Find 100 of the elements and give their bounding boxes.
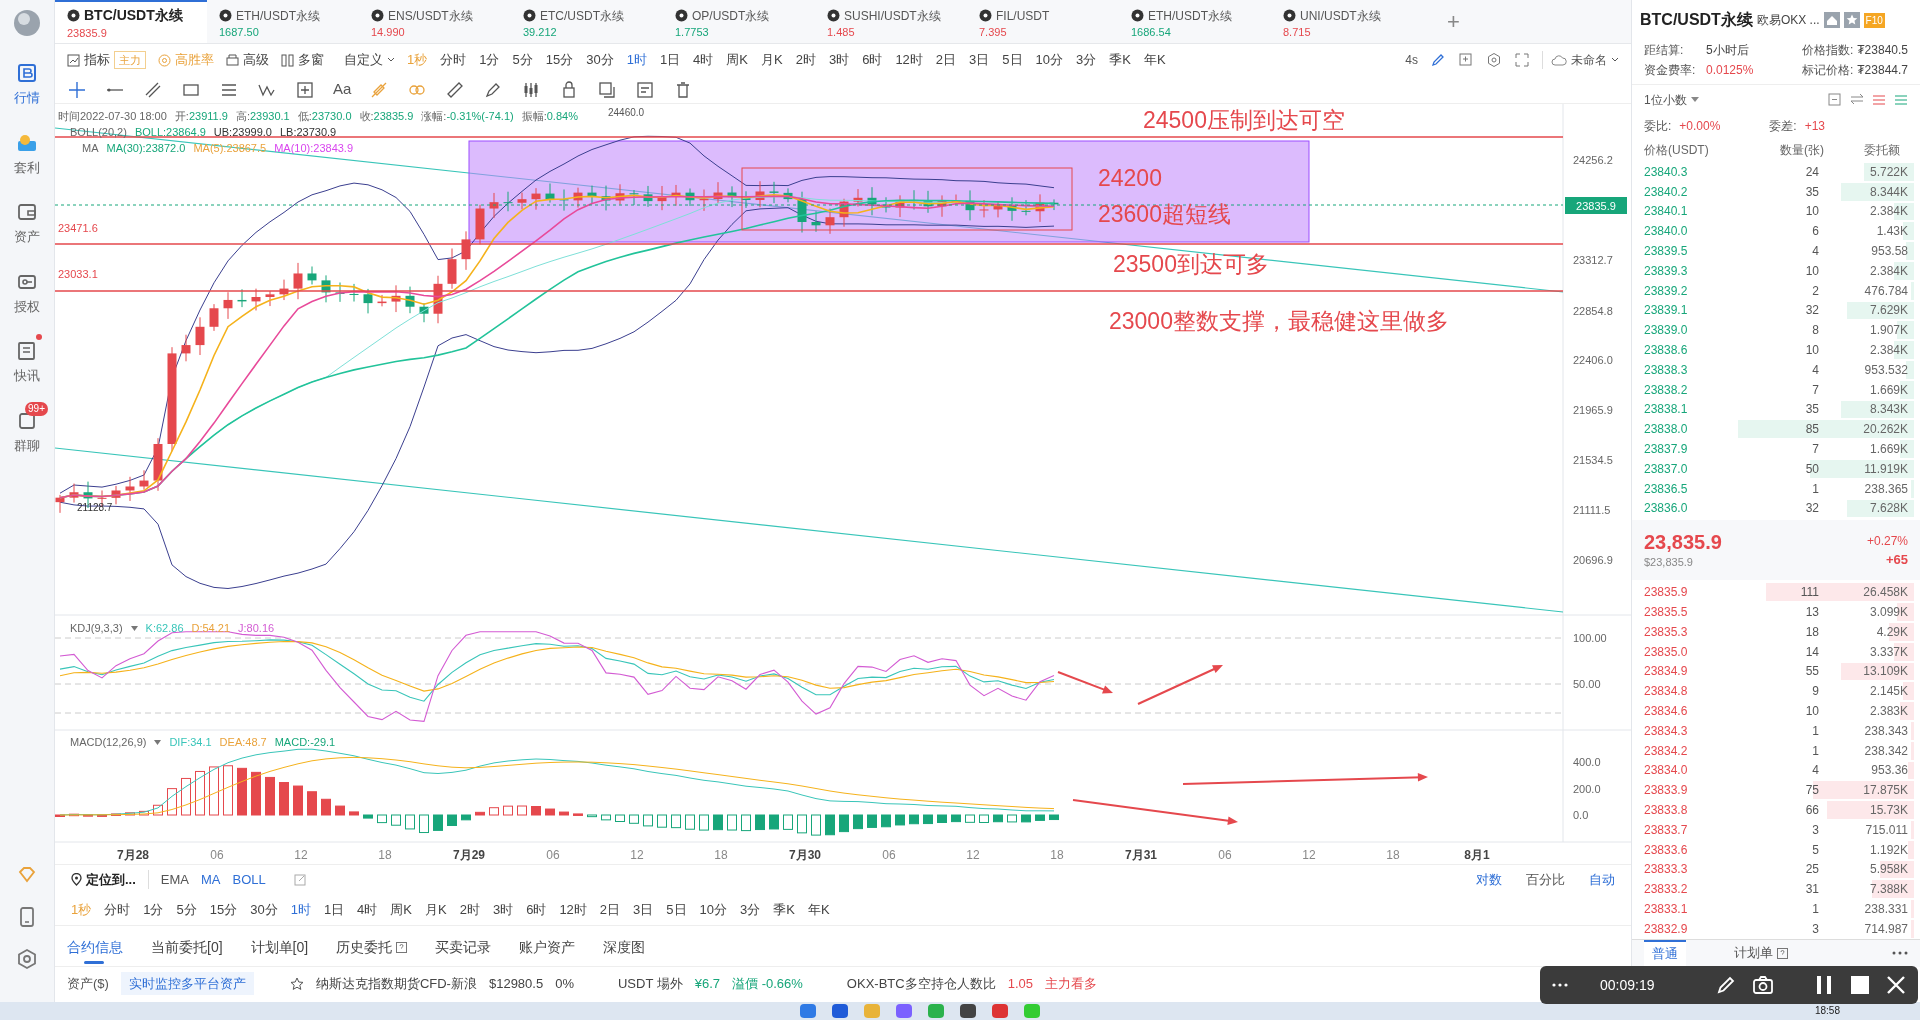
interval-tab[interactable]: 6时: [862, 50, 883, 70]
bottom-tab[interactable]: 账户资产: [519, 928, 576, 966]
order-book-row[interactable]: 23838.0 85 20.262K: [1636, 419, 1916, 440]
interval-tab[interactable]: 1时: [290, 899, 311, 920]
order-book-row[interactable]: 23839.1 32 7.629K: [1636, 300, 1916, 321]
interval-tab[interactable]: 年K: [807, 899, 830, 920]
symbol-tab[interactable]: BTC/USDT永续 23835.9: [55, 0, 207, 43]
interval-tab[interactable]: 1分: [143, 899, 164, 920]
symbol-tab[interactable]: ETH/USDT永续 1686.54: [1119, 0, 1271, 43]
sidebar-item[interactable]: 快讯: [2, 332, 52, 390]
order-book-row[interactable]: 23840.3 24 5.722K: [1636, 162, 1916, 182]
interval-tab[interactable]: 30分: [586, 50, 614, 70]
interval-tab[interactable]: 3时: [828, 50, 850, 70]
indicator-toggle[interactable]: MA: [201, 869, 221, 890]
text-tool-button[interactable]: Aa: [333, 78, 352, 101]
order-book-row[interactable]: 23835.0 14 3.337K: [1636, 641, 1916, 662]
bottom-tab[interactable]: 买卖记录: [435, 928, 492, 966]
symbol-tab[interactable]: UNI/USDT永续 8.715: [1271, 0, 1423, 43]
bottom-tab[interactable]: 当前委托[0]: [151, 928, 223, 966]
sidebar-item[interactable]: 资产: [2, 193, 52, 251]
interval-tab[interactable]: 10分: [1035, 50, 1064, 70]
order-book-row[interactable]: 23834.3 1 238.343: [1636, 720, 1916, 741]
symbol-tab[interactable]: ENS/USDT永续 14.990: [359, 0, 511, 43]
interval-tab[interactable]: 3时: [492, 899, 514, 920]
multi-window-button[interactable]: 多窗: [281, 50, 324, 70]
interval-tab[interactable]: 3分: [1076, 50, 1097, 70]
interval-tab[interactable]: 月K: [425, 899, 447, 920]
order-book-row[interactable]: 23838.3 4 953.532: [1636, 359, 1916, 380]
order-type-tab[interactable]: 普通: [1644, 939, 1686, 967]
symbol-tab[interactable]: FIL/USDT 7.395: [967, 0, 1119, 43]
order-book-row[interactable]: 23840.0 6 1.43K: [1636, 221, 1916, 242]
advanced-button[interactable]: 高级: [226, 50, 269, 70]
interval-tab[interactable]: 5分: [512, 50, 533, 70]
order-book-row[interactable]: 23833.7 3 715.011: [1636, 819, 1916, 840]
interval-tab[interactable]: 周K: [390, 899, 412, 920]
scale-toggle[interactable]: 自动: [1589, 869, 1615, 890]
interval-tab[interactable]: 2日: [935, 50, 957, 70]
interval-tab[interactable]: 4时: [693, 50, 714, 70]
order-book-row[interactable]: 23834.2 1 238.342: [1636, 740, 1916, 761]
sidebar-item[interactable]: 套利: [2, 123, 52, 181]
order-book-row[interactable]: 23833.1 1 238.331: [1636, 899, 1916, 919]
order-book-row[interactable]: 23839.2 2 476.784: [1636, 280, 1916, 301]
symbol-tab[interactable]: SUSHI/USDT永续 1.485: [815, 0, 967, 43]
interval-tab[interactable]: 4时: [357, 899, 378, 920]
interval-tab[interactable]: 年K: [1143, 50, 1166, 70]
order-book-row[interactable]: 23833.3 25 5.958K: [1636, 859, 1916, 880]
interval-tab[interactable]: 1分: [479, 50, 500, 70]
interval-tab[interactable]: 2时: [459, 899, 480, 920]
interval-tab[interactable]: 分时: [440, 50, 467, 70]
order-book-row[interactable]: 23837.0 50 11.919K: [1636, 458, 1916, 479]
bottom-tab[interactable]: 深度图: [603, 928, 646, 966]
precision-dropdown[interactable]: 1位小数: [1644, 90, 1699, 109]
interval-tab[interactable]: 15分: [209, 899, 238, 920]
order-book-row[interactable]: 23835.9 111 26.458K: [1636, 582, 1916, 603]
order-book-row[interactable]: 23839.0 8 1.907K: [1636, 320, 1916, 341]
interval-tab[interactable]: 1日: [323, 899, 345, 920]
order-book-row[interactable]: 23833.8 66 15.73K: [1636, 800, 1916, 820]
interval-tab[interactable]: 5日: [666, 899, 687, 920]
symbol-tab[interactable]: ETH/USDT永续 1687.50: [207, 0, 359, 43]
order-book-row[interactable]: 23833.9 75 17.875K: [1636, 780, 1916, 801]
locate-button[interactable]: 定位到...: [71, 869, 149, 890]
indicator-toggle[interactable]: EMA: [160, 869, 189, 890]
sidebar-item[interactable]: 行情: [2, 54, 52, 112]
interval-tab[interactable]: 6时: [526, 899, 547, 920]
order-book-row[interactable]: 23835.5 13 3.099K: [1636, 602, 1916, 622]
interval-tab[interactable]: 5日: [1002, 50, 1023, 70]
interval-tab[interactable]: 季K: [1109, 50, 1131, 70]
order-book-row[interactable]: 23834.9 55 13.109K: [1636, 661, 1916, 682]
layout-dropdown[interactable]: 未命名: [1542, 51, 1619, 69]
interval-tab[interactable]: 1日: [659, 50, 681, 70]
interval-tab[interactable]: 周K: [726, 50, 748, 70]
order-book-row[interactable]: 23833.2 31 7.388K: [1636, 879, 1916, 900]
interval-tab[interactable]: 3分: [740, 899, 761, 920]
interval-tab[interactable]: 分时: [104, 899, 131, 920]
order-book-row[interactable]: 23836.5 1 238.365: [1636, 478, 1916, 499]
scale-toggle[interactable]: 对数: [1476, 869, 1502, 890]
order-book-row[interactable]: 23838.6 10 2.384K: [1636, 340, 1916, 360]
indicator-toggle[interactable]: BOLL: [232, 869, 266, 890]
order-book-row[interactable]: 23836.0 32 7.628K: [1636, 498, 1916, 519]
interval-tab[interactable]: 1时: [626, 50, 647, 70]
custom-dropdown[interactable]: 自定义: [344, 50, 395, 70]
symbol-tab[interactable]: ETC/USDT永续 39.212: [511, 0, 663, 43]
order-book-row[interactable]: 23838.2 7 1.669K: [1636, 379, 1916, 400]
interval-tab[interactable]: 季K: [773, 899, 795, 920]
monitor-assets-button[interactable]: 实时监控多平台资产: [120, 971, 254, 996]
order-book-row[interactable]: 23833.6 5 1.192K: [1636, 839, 1916, 860]
scale-toggle[interactable]: 百分比: [1526, 869, 1565, 890]
sidebar-item[interactable]: 群聊 99+: [2, 401, 52, 459]
interval-tab[interactable]: 12时: [559, 899, 587, 920]
bottom-tab[interactable]: 合约信息: [67, 928, 123, 966]
order-book-row[interactable]: 23838.1 35 8.343K: [1636, 399, 1916, 420]
symbol-tab[interactable]: OP/USDT永续 1.7753: [663, 0, 815, 43]
interval-tab[interactable]: 15分: [545, 50, 574, 70]
order-book-row[interactable]: 23834.0 4 953.36: [1636, 760, 1916, 781]
bottom-tab[interactable]: 计划单[0]: [250, 928, 309, 966]
interval-tab[interactable]: 2时: [795, 50, 816, 70]
order-book-row[interactable]: 23834.6 10 2.383K: [1636, 701, 1916, 721]
interval-tab[interactable]: 3日: [969, 50, 990, 70]
order-book-row[interactable]: 23840.1 10 2.384K: [1636, 201, 1916, 222]
indicator-button[interactable]: 指标: [67, 50, 110, 70]
